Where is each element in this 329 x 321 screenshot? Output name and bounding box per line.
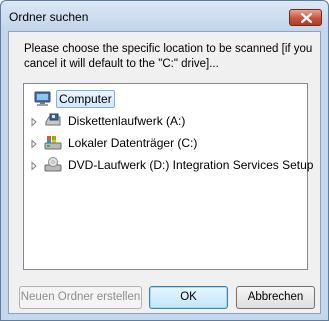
tree-item-local-disk[interactable]: Lokaler Datenträger (C:) (29, 133, 199, 153)
tree-item-dvd-drive[interactable]: DVD-Laufwerk (D:) Integration Services S… (29, 155, 315, 175)
computer-icon (34, 91, 52, 107)
instruction-text: Please choose the specific location to b… (24, 43, 313, 70)
tree-item-label: Computer (56, 90, 115, 108)
hard-drive-icon (44, 135, 62, 151)
close-button[interactable] (289, 9, 322, 26)
expand-arrow-icon[interactable] (29, 138, 39, 149)
expand-arrow-icon[interactable] (29, 160, 39, 171)
dialog-body: Please choose the specific location to b… (8, 31, 321, 314)
tree-item-computer[interactable]: Computer (34, 89, 115, 109)
floppy-drive-icon (44, 113, 62, 129)
title-bar[interactable]: Ordner suchen (1, 1, 328, 31)
cancel-button[interactable]: Abbrechen (236, 286, 315, 309)
tree-item-label: Diskettenlaufwerk (A:) (68, 114, 186, 128)
expand-arrow-icon[interactable] (29, 116, 39, 127)
tree-item-label: DVD-Laufwerk (D:) Integration Services S… (68, 158, 314, 172)
ok-button[interactable]: OK (149, 286, 228, 309)
folder-tree[interactable]: Computer Diskettenlaufwerk (A:) Lokaler … (23, 83, 313, 270)
tree-item-label: Lokaler Datenträger (C:) (68, 136, 198, 150)
dialog-title: Ordner suchen (9, 10, 89, 24)
new-folder-button[interactable]: Neuen Ordner erstellen (19, 286, 142, 309)
tree-item-floppy-drive[interactable]: Diskettenlaufwerk (A:) (29, 111, 187, 131)
dvd-drive-icon (44, 157, 62, 173)
close-icon (301, 13, 312, 23)
folder-browser-dialog: Ordner suchen Please choose the specific… (0, 0, 329, 321)
